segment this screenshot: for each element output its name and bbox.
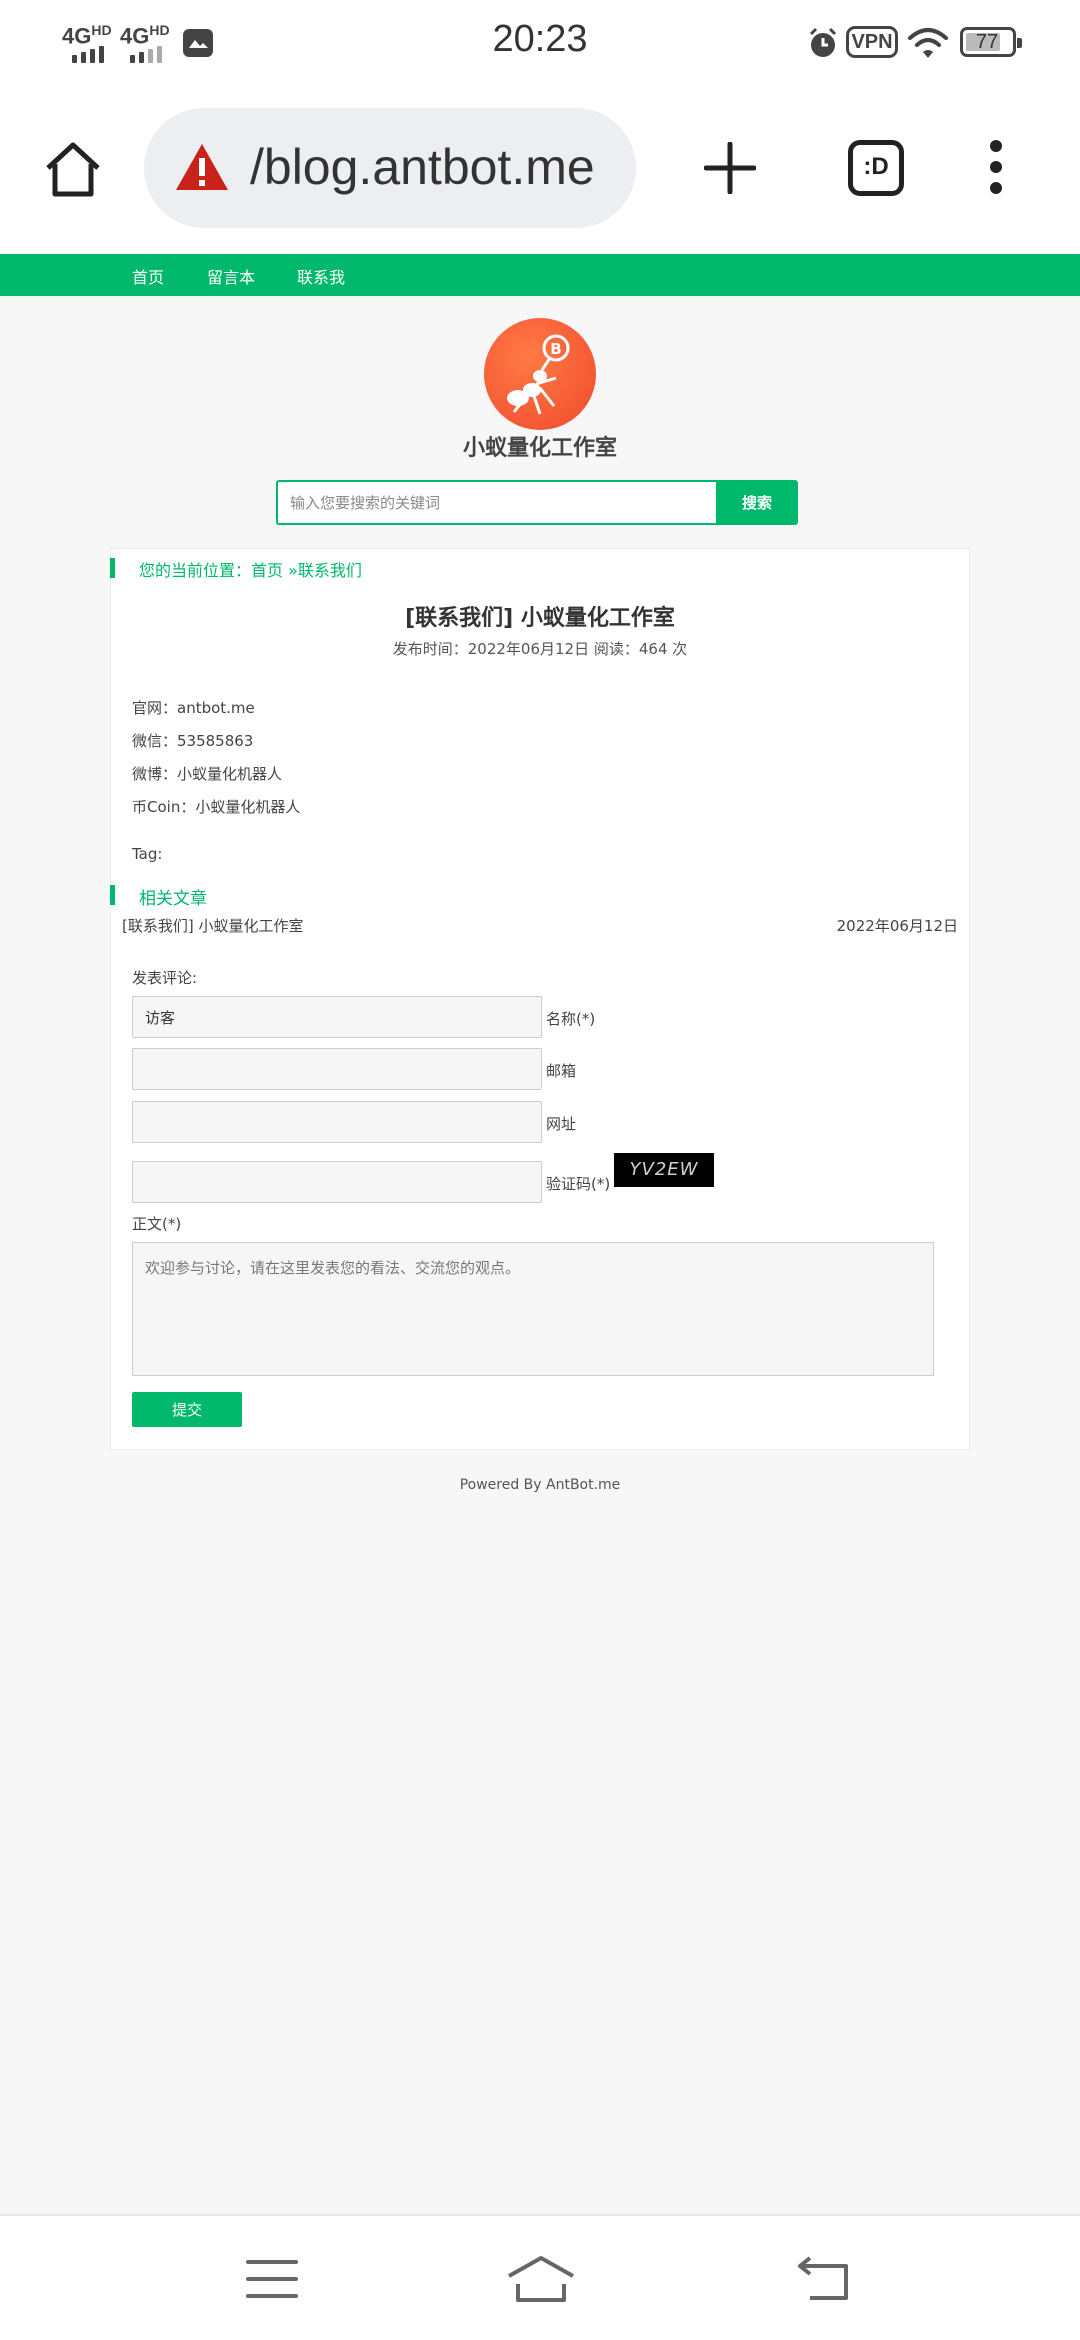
vpn-badge: VPN <box>846 26 898 58</box>
related-article-date: 2022年06月12日 <box>836 917 958 935</box>
tab-switcher-button[interactable]: :D <box>848 140 904 196</box>
nav-item-guestbook[interactable]: 留言本 <box>207 264 255 288</box>
body-label: 正文(*) <box>132 1215 182 1233</box>
wifi-icon <box>908 28 948 58</box>
menu-icon[interactable] <box>246 2258 298 2300</box>
breadcrumb[interactable]: 您的当前位置：首页 »联系我们 <box>139 557 362 581</box>
site-nav: 首页 留言本 联系我 <box>0 254 1080 296</box>
svg-text:B: B <box>550 340 561 358</box>
url-field[interactable] <box>132 1101 542 1143</box>
nav-item-contact[interactable]: 联系我 <box>297 264 345 288</box>
email-label: 邮箱 <box>546 1062 577 1080</box>
more-menu-icon[interactable] <box>988 138 1004 196</box>
tab-switcher-label: :D <box>863 153 889 180</box>
browser-toolbar: /blog.antbot.me :D <box>0 86 1080 254</box>
new-tab-icon[interactable] <box>704 142 756 194</box>
breadcrumb-marker <box>110 558 115 578</box>
captcha-label: 验证码(*) <box>546 1175 611 1193</box>
site-title: 小蚁量化工作室 <box>462 436 617 461</box>
search-form: 搜索 <box>276 480 798 525</box>
status-bar: 4GHD 4GHD 20:23 VPN 77 <box>0 0 1080 86</box>
comment-heading: 发表评论: <box>132 969 198 987</box>
home-nav-icon[interactable] <box>506 2254 576 2304</box>
system-nav-bar <box>0 2214 1080 2340</box>
article-line: 官网：antbot.me <box>132 699 255 717</box>
name-label: 名称(*) <box>546 1010 596 1028</box>
site-logo[interactable]: B <box>484 318 596 430</box>
captcha-image[interactable]: YV2EW <box>614 1153 714 1187</box>
related-heading: 相关文章 <box>139 889 207 909</box>
ant-bitcoin-logo-icon: B <box>507 334 570 415</box>
article-line: 币Coin：小蚁量化机器人 <box>132 798 301 816</box>
related-marker <box>110 885 115 905</box>
email-field[interactable] <box>132 1048 542 1090</box>
warning-icon[interactable] <box>174 142 230 192</box>
article-meta: 发布时间：2022年06月12日 阅读：464 次 <box>392 640 688 658</box>
article-line: 微信：53585863 <box>132 732 254 750</box>
search-input[interactable] <box>276 480 720 525</box>
article-title: [联系我们] 小蚁量化工作室 <box>405 606 675 631</box>
url-label: 网址 <box>546 1115 577 1133</box>
related-article-link[interactable]: [联系我们] 小蚁量化工作室 <box>122 915 303 936</box>
url-text[interactable]: /blog.antbot.me <box>250 138 595 196</box>
home-icon[interactable] <box>44 140 102 198</box>
alarm-icon <box>809 27 837 57</box>
battery-level: 77 <box>975 31 999 53</box>
battery-icon: 77 <box>960 27 1022 57</box>
name-field[interactable] <box>132 996 542 1038</box>
captcha-field[interactable] <box>132 1161 542 1203</box>
article-line: 微博：小蚁量化机器人 <box>132 765 283 783</box>
back-icon[interactable] <box>796 2256 852 2302</box>
footer-text: Powered By AntBot.me <box>459 1477 621 1493</box>
nav-item-home[interactable]: 首页 <box>132 264 164 288</box>
comment-body-input[interactable] <box>132 1242 934 1376</box>
submit-button[interactable]: 提交 <box>132 1392 242 1427</box>
search-button[interactable]: 搜索 <box>716 480 798 525</box>
article-tag: Tag: <box>132 845 163 863</box>
address-bar[interactable]: /blog.antbot.me <box>144 108 636 228</box>
